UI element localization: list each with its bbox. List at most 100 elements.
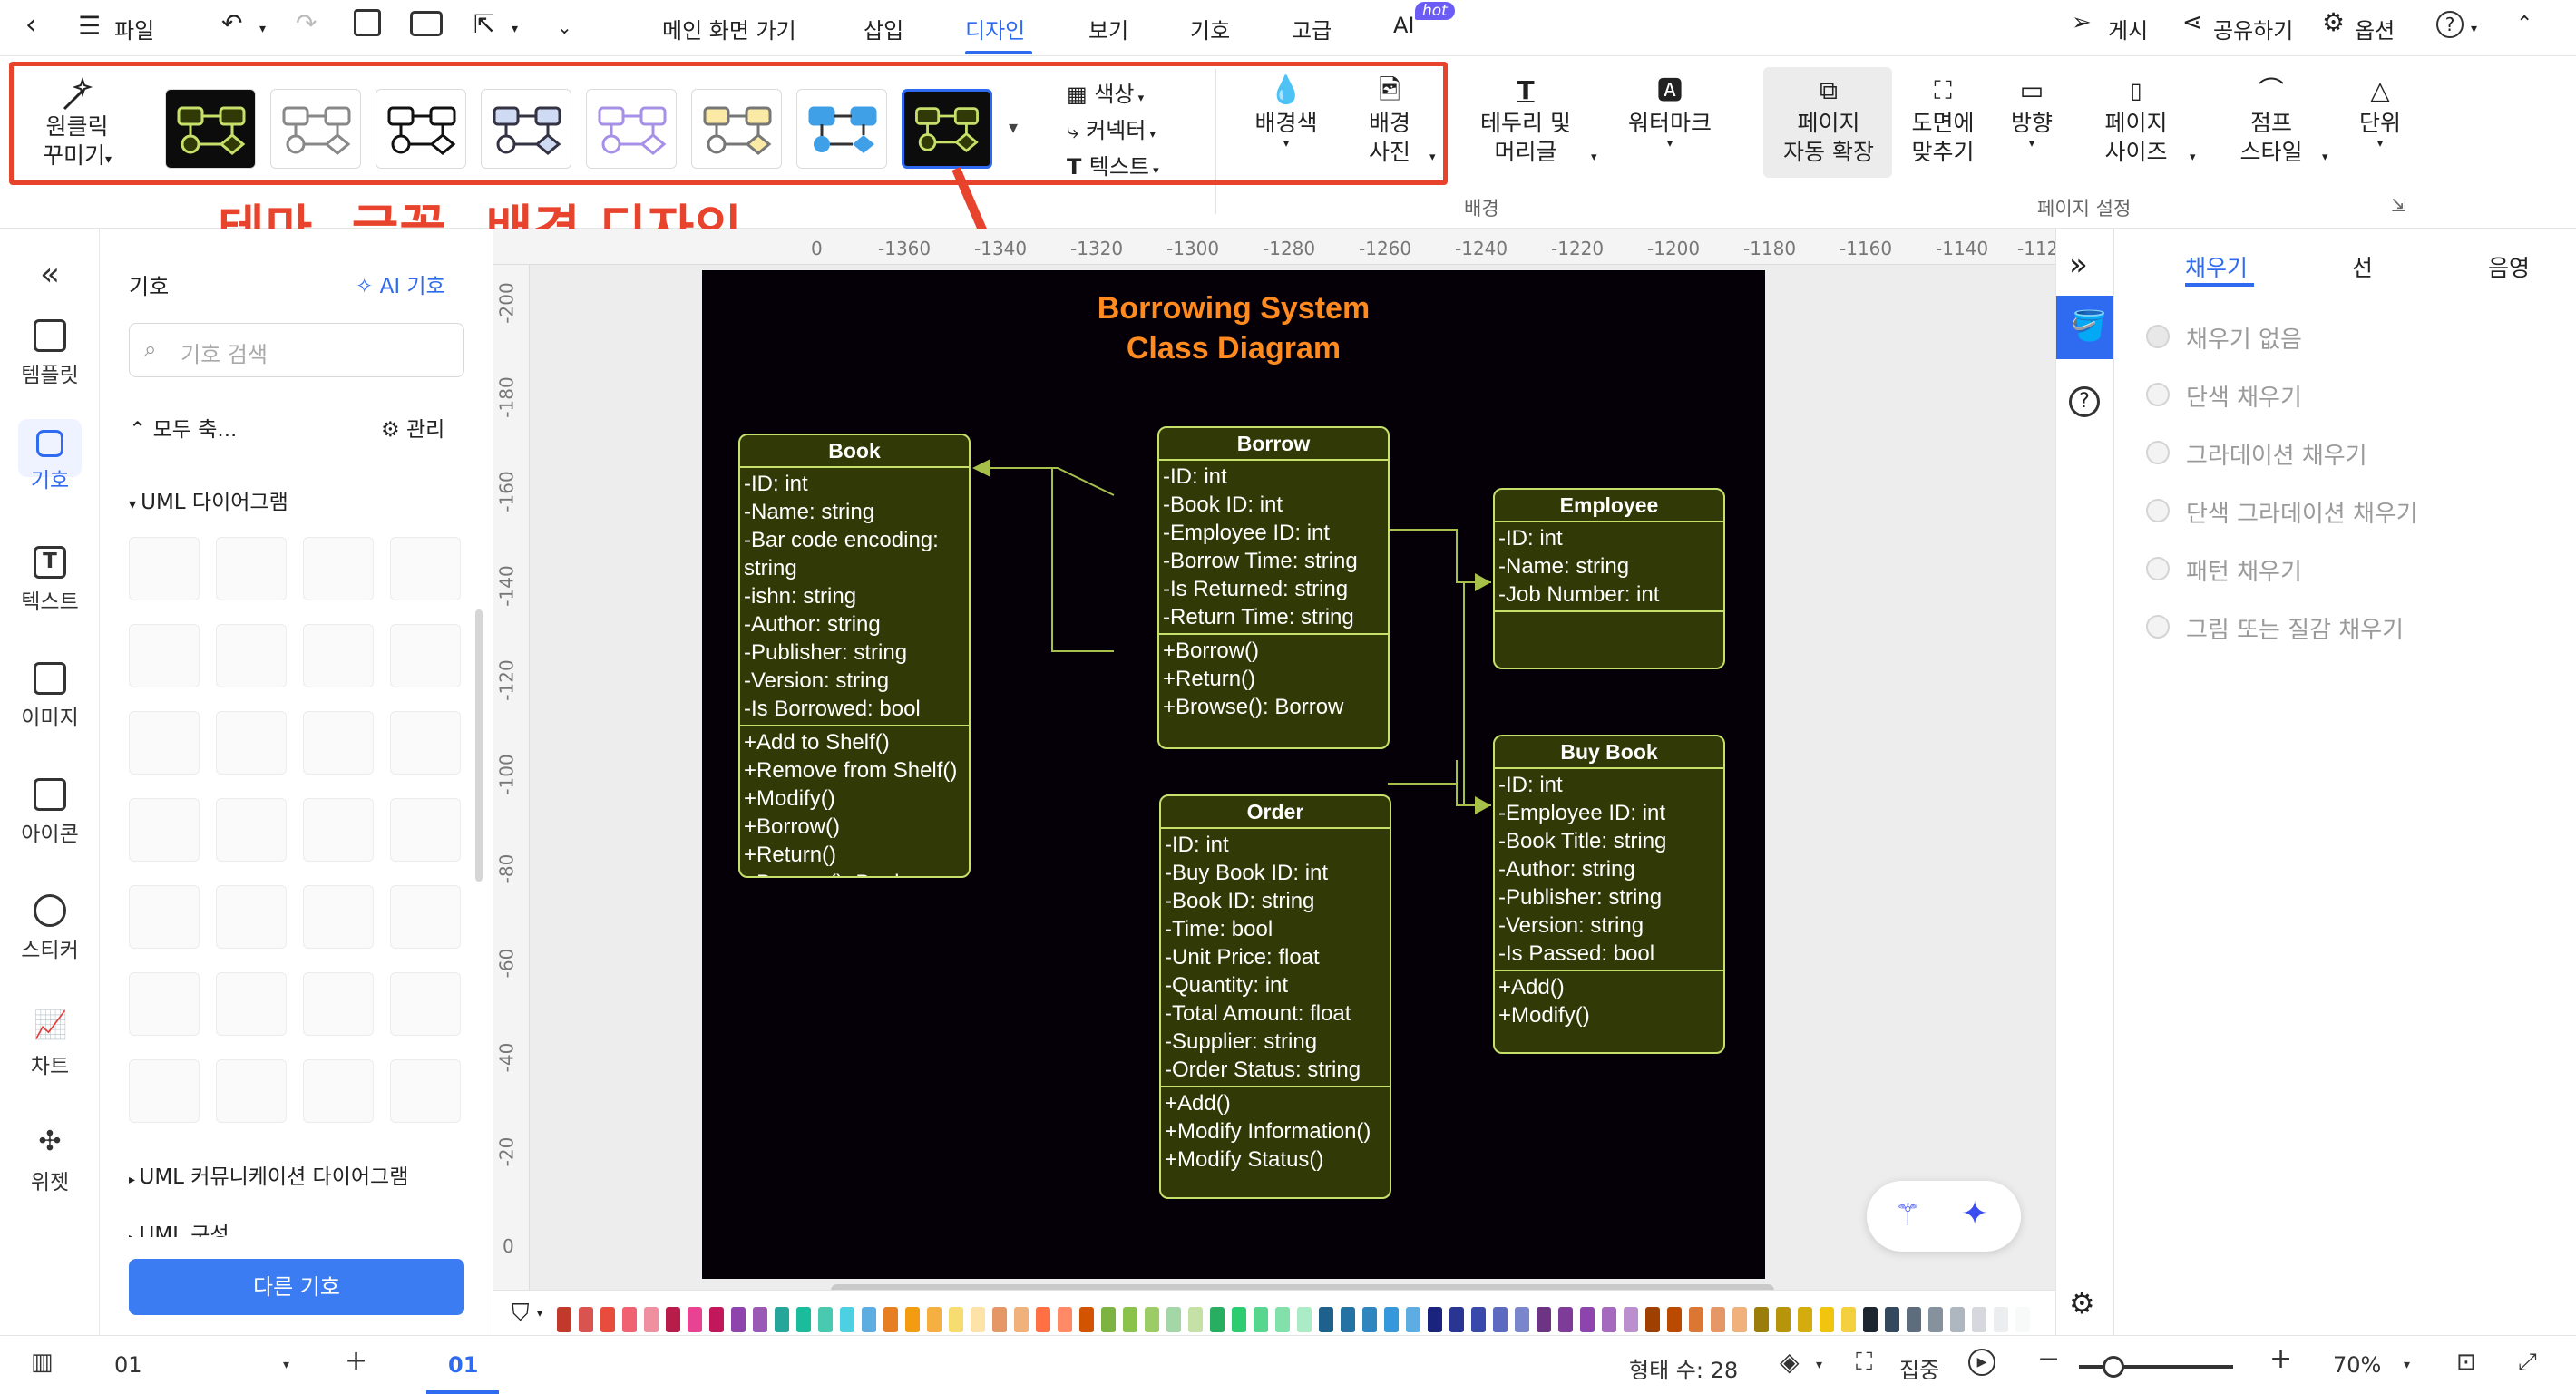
zoom-in-icon[interactable]: +	[2269, 1343, 2292, 1375]
color-swatch[interactable]	[840, 1307, 854, 1332]
color-swatch[interactable]	[557, 1307, 571, 1332]
rail-collapse-icon[interactable]: «	[0, 256, 100, 293]
symbol-constraint[interactable]	[303, 711, 374, 775]
color-swatch[interactable]	[1232, 1307, 1246, 1332]
symbol-class-list[interactable]	[390, 537, 461, 600]
symbol-uml-class[interactable]	[129, 537, 200, 600]
symbol-primitive[interactable]	[216, 711, 287, 775]
publish-button[interactable]: 게시	[2108, 13, 2148, 44]
symbol-connector-6[interactable]	[390, 972, 461, 1036]
undo-icon[interactable]: ↶	[221, 8, 242, 38]
color-swatch[interactable]	[1798, 1307, 1812, 1332]
color-swatch[interactable]	[1449, 1307, 1464, 1332]
symbol-note[interactable]	[129, 885, 200, 949]
settings-gear-icon[interactable]: ⚙	[2069, 1286, 2095, 1321]
fill-option-solid[interactable]: 단색 채우기	[2146, 379, 2302, 413]
export-icon[interactable]: ⇱	[473, 9, 494, 39]
color-swatch[interactable]	[1907, 1307, 1921, 1332]
rail-item-icons[interactable]: 아이콘	[0, 778, 100, 847]
color-swatch[interactable]	[1058, 1307, 1072, 1332]
color-swatch[interactable]	[1254, 1307, 1268, 1332]
color-swatch[interactable]	[579, 1307, 593, 1332]
color-swatch[interactable]	[1841, 1307, 1856, 1332]
more-symbols-button[interactable]: 다른 기호	[129, 1259, 464, 1315]
undo-dropdown-icon[interactable]: ▾	[259, 22, 266, 36]
tab-insert[interactable]: 삽입	[864, 13, 903, 44]
ai-sparkle-icon[interactable]: ✦	[1961, 1195, 1988, 1233]
rail-item-stickers[interactable]: 스티커	[0, 894, 100, 963]
jump-style-dropdown-icon[interactable]: ▾	[2322, 151, 2328, 164]
group-uml-structure[interactable]: ▸ UML 구성	[129, 1217, 229, 1237]
tab-home[interactable]: 메인 화면 가기	[662, 13, 796, 44]
uml-class-order[interactable]: Order -ID: int -Buy Book ID: int -Book ID:…	[1159, 794, 1391, 1199]
page-select-dropdown-icon[interactable]: ▾	[283, 1358, 289, 1372]
color-swatch[interactable]	[644, 1307, 659, 1332]
tab-advanced[interactable]: 고급	[1292, 13, 1332, 44]
zoom-out-icon[interactable]: −	[2037, 1343, 2060, 1375]
color-swatch[interactable]	[1275, 1307, 1290, 1332]
symbol-connector-5[interactable]	[303, 972, 374, 1036]
color-swatch[interactable]	[1384, 1307, 1399, 1332]
zoom-dropdown-icon[interactable]: ▾	[2404, 1358, 2410, 1372]
help-icon[interactable]: ?	[2069, 386, 2100, 417]
zoom-slider-knob[interactable]	[2103, 1356, 2124, 1378]
back-icon[interactable]: ‹	[25, 9, 36, 41]
fill-option-pattern[interactable]: 패턴 채우기	[2146, 553, 2302, 587]
color-swatch[interactable]	[1754, 1307, 1769, 1332]
fullscreen-icon[interactable]: ⤢	[2518, 1349, 2537, 1377]
color-swatch[interactable]	[1406, 1307, 1420, 1332]
save-icon[interactable]	[354, 9, 381, 36]
publish-icon[interactable]: ➢	[2072, 9, 2092, 36]
color-swatch[interactable]	[883, 1307, 898, 1332]
color-swatch[interactable]	[1341, 1307, 1355, 1332]
color-swatch[interactable]	[1558, 1307, 1573, 1332]
fill-option-solid-gradient[interactable]: 단색 그라데이션 채우기	[2146, 495, 2418, 529]
uml-class-borrow[interactable]: Borrow -ID: int -Book ID: int -Employee ID…	[1157, 426, 1390, 749]
expand-panel-icon[interactable]: »	[2069, 247, 2088, 283]
color-swatch[interactable]	[1210, 1307, 1225, 1332]
help-icon[interactable]: ?	[2436, 11, 2464, 38]
color-swatch[interactable]	[775, 1307, 789, 1332]
color-swatch[interactable]	[1928, 1307, 1943, 1332]
symbol-package-3[interactable]	[216, 798, 287, 862]
symbol-data-type[interactable]	[390, 624, 461, 687]
symbol-connector-10[interactable]	[390, 1059, 461, 1123]
fit-to-drawing-button[interactable]: ⛶ 도면에 맞추기	[1905, 73, 1981, 167]
page-size-dropdown-icon[interactable]: ▾	[2190, 151, 2196, 164]
color-swatch[interactable]	[1101, 1307, 1116, 1332]
collapse-ribbon-icon[interactable]: ⌃	[2516, 13, 2532, 35]
border-header-button[interactable]: T 테두리 및 머리글	[1468, 73, 1584, 167]
group-uml-class[interactable]: ▾ UML 다이어그램	[129, 484, 288, 515]
page-list-icon[interactable]: ▥	[31, 1349, 54, 1376]
fill-option-gradient[interactable]: 그라데이션 채우기	[2146, 437, 2367, 471]
color-swatch[interactable]	[1297, 1307, 1312, 1332]
fill-option-picture-texture[interactable]: 그림 또는 질감 채우기	[2146, 611, 2404, 645]
uml-class-buy-book[interactable]: Buy Book -ID: int -Employee ID: int -Book …	[1493, 735, 1725, 1054]
color-swatch[interactable]	[622, 1307, 637, 1332]
symbol-package-4[interactable]	[303, 798, 374, 862]
symbol-connector-1[interactable]	[303, 885, 374, 949]
color-swatch[interactable]	[1036, 1307, 1050, 1332]
symbol-interface[interactable]	[129, 624, 200, 687]
symbol-class-template[interactable]	[303, 537, 374, 600]
redo-icon[interactable]: ↷	[296, 8, 317, 38]
color-swatch[interactable]	[1776, 1307, 1791, 1332]
color-swatch[interactable]	[1994, 1307, 2008, 1332]
color-swatch[interactable]	[1493, 1307, 1508, 1332]
file-menu[interactable]: 파일	[114, 13, 154, 44]
rail-item-symbols[interactable]: 기호	[0, 430, 100, 493]
color-swatch[interactable]	[1624, 1307, 1638, 1332]
color-swatch[interactable]	[971, 1307, 985, 1332]
color-swatch[interactable]	[927, 1307, 942, 1332]
jump-style-button[interactable]: ⌒ 점프 스타일	[2228, 73, 2315, 167]
symbol-class-stack[interactable]	[216, 624, 287, 687]
color-swatch[interactable]	[796, 1307, 811, 1332]
symbol-connector-2[interactable]	[390, 885, 461, 949]
fill-tool-button[interactable]: 🪣	[2056, 296, 2114, 359]
color-swatch[interactable]	[818, 1307, 833, 1332]
uml-class-book[interactable]: Book -ID: int -Name: string -Bar code enco…	[738, 434, 971, 878]
palette-dropdown-icon[interactable]: ▾	[537, 1307, 542, 1320]
tab-view[interactable]: 보기	[1088, 13, 1128, 44]
color-swatch[interactable]	[862, 1307, 876, 1332]
share-button[interactable]: 공유하기	[2213, 13, 2293, 44]
